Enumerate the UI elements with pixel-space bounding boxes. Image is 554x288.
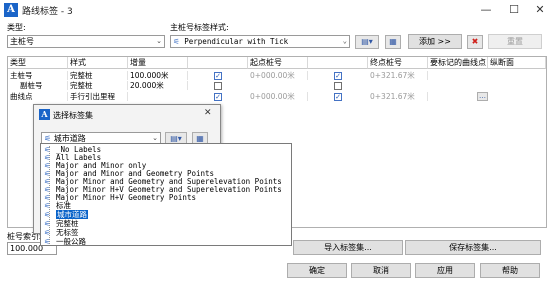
- chevron-down-icon: ⌄: [156, 37, 162, 45]
- maximize-icon[interactable]: ☐: [502, 2, 526, 18]
- save-label-set-button[interactable]: 保存标签集...: [405, 240, 541, 255]
- col-header-start-station[interactable]: 起点桩号: [248, 57, 308, 69]
- app-logo-icon: A: [4, 3, 18, 17]
- row1-start-checkbox[interactable]: ✓: [214, 72, 222, 80]
- label-set-icon: ⚟: [44, 134, 52, 143]
- col-header-end-station[interactable]: 终点桩号: [368, 57, 428, 69]
- label-set-combo-value: 城市道路: [53, 134, 86, 143]
- row2-type: 副桩号: [18, 81, 68, 90]
- col-header-increment[interactable]: 增量: [128, 57, 188, 69]
- row3-start-checkbox[interactable]: ✓: [214, 93, 222, 101]
- col-header-curve-points[interactable]: 要标记的曲线点: [428, 57, 488, 69]
- col-header-style[interactable]: 样式: [68, 57, 128, 69]
- row1-end[interactable]: 0+321.67米: [368, 71, 428, 80]
- label-set-dropdown-list: ⚟ _No Labels ⚟ All Labels ⚟ Major and Minor…: [40, 143, 292, 246]
- list-item[interactable]: ⚟ 一般公路: [44, 237, 86, 247]
- cancel-button[interactable]: 取消: [351, 263, 411, 278]
- reset-button[interactable]: 重置: [488, 34, 542, 49]
- title-bar: A 路线标签 - 3 — ☐ ✕: [0, 0, 554, 20]
- chevron-down-icon: ⌄: [342, 37, 347, 45]
- style-combo[interactable]: ⚟ Perpendicular with Tick ⌄: [170, 35, 350, 48]
- row2-increment[interactable]: 20.000米: [128, 81, 188, 90]
- style-label: 主桩号标签样式:: [170, 23, 229, 32]
- row1-increment[interactable]: 100.000米: [128, 71, 188, 80]
- import-label-set-button[interactable]: 导入标签集...: [293, 240, 403, 255]
- window-title: 路线标签 - 3: [22, 7, 73, 17]
- row3-type: 曲线点: [8, 92, 68, 101]
- label-style-icon: ⚟: [173, 37, 180, 46]
- edit-style-dropdown-button[interactable]: ▤▾: [355, 35, 379, 49]
- col-header-type[interactable]: 类型: [8, 57, 68, 69]
- type-label: 类型:: [7, 23, 26, 32]
- delete-icon[interactable]: ✖: [467, 35, 483, 49]
- row3-start[interactable]: 0+000.00米: [248, 92, 308, 101]
- style-combo-value: Perpendicular with Tick: [184, 37, 289, 46]
- col-header-profile[interactable]: 纵断面: [488, 57, 546, 69]
- dialog-logo-icon: A: [39, 109, 50, 120]
- type-combo[interactable]: 主桩号 ⌄: [7, 35, 165, 48]
- help-button[interactable]: 帮助: [480, 263, 540, 278]
- row3-end-checkbox[interactable]: ✓: [334, 93, 342, 101]
- row2-end-checkbox[interactable]: [334, 82, 342, 90]
- row3-style[interactable]: 手行引出里程: [68, 92, 128, 101]
- row1-end-checkbox[interactable]: ✓: [334, 72, 342, 80]
- row1-start[interactable]: 0+000.00米: [248, 71, 308, 80]
- style-preview-button[interactable]: ▦: [385, 35, 401, 49]
- col-header-start-check[interactable]: [188, 57, 248, 69]
- row1-style[interactable]: 完整桩: [68, 71, 128, 80]
- dialog-close-icon[interactable]: ✕: [204, 108, 212, 118]
- row1-type: 主桩号: [8, 71, 68, 80]
- row2-style[interactable]: 完整桩: [68, 81, 128, 90]
- ok-button[interactable]: 确定: [287, 263, 347, 278]
- type-combo-value: 主桩号: [10, 37, 34, 46]
- add-button[interactable]: 添加 >>: [408, 34, 462, 49]
- dialog-title: 选择标签集: [53, 111, 93, 120]
- minimize-icon[interactable]: —: [474, 2, 498, 18]
- apply-button[interactable]: 应用: [415, 263, 475, 278]
- row3-end[interactable]: 0+321.67米: [368, 92, 428, 101]
- curve-points-ellipsis-button[interactable]: …: [477, 92, 488, 101]
- label-set-icon: ⚟: [44, 238, 51, 246]
- col-header-end-check[interactable]: [308, 57, 368, 69]
- row2-start-checkbox[interactable]: [214, 82, 222, 90]
- close-icon[interactable]: ✕: [528, 2, 552, 18]
